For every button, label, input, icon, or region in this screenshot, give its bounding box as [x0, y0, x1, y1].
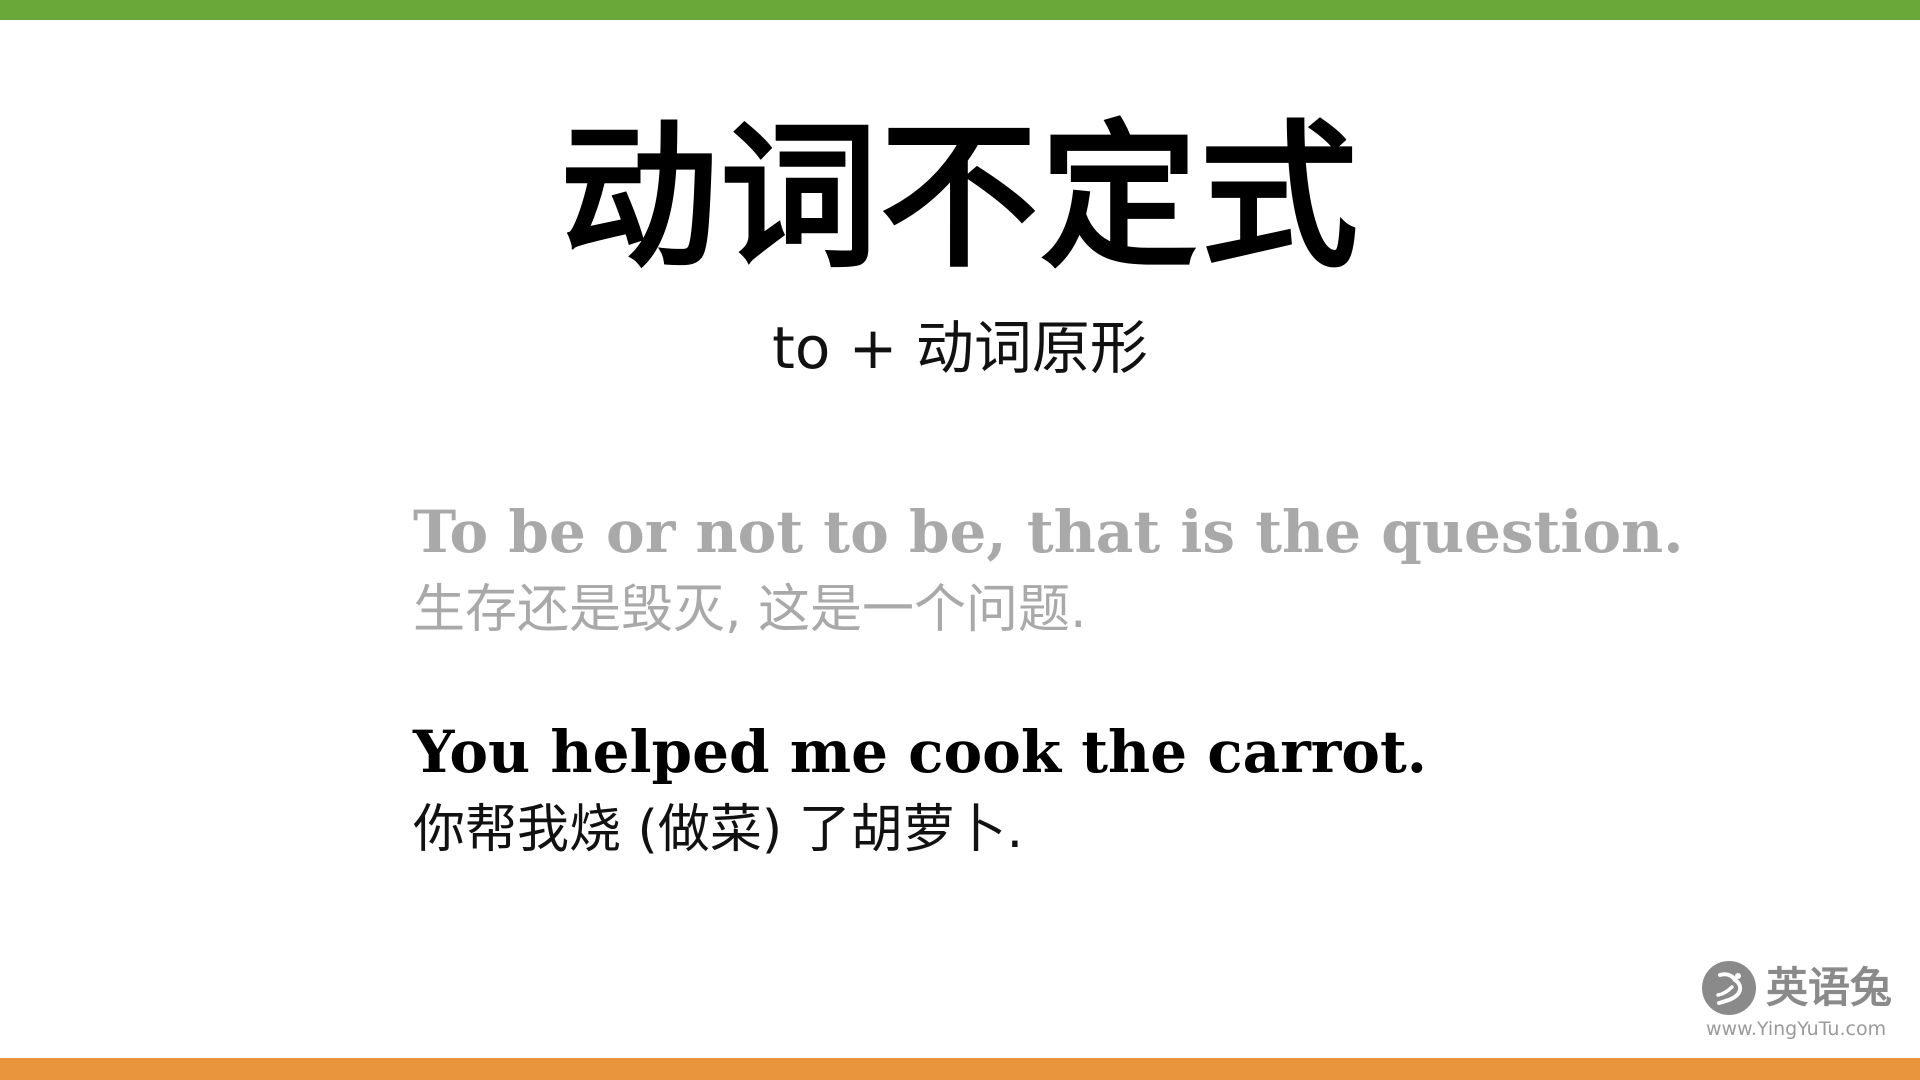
example-chinese: 生存还是毁灭, 这是一个问题.	[413, 580, 1087, 640]
brand-logo: 英语兔 www.YingYuTu.com	[1700, 958, 1900, 1048]
example-sentence-2: You helped me cook the carrot. 你帮我烧 (做菜)…	[413, 712, 1813, 866]
example-sentence-1: To be or not to be, that is the question…	[413, 492, 1813, 646]
bottom-accent-bar	[0, 1058, 1920, 1080]
slide-subtitle: to + 动词原形	[772, 314, 1148, 382]
logo-name: 英语兔	[1766, 963, 1893, 1012]
slide-title: 动词不定式	[560, 105, 1360, 290]
rabbit-icon	[1702, 961, 1756, 1015]
top-accent-bar	[0, 0, 1920, 20]
example-chinese: 你帮我烧 (做菜) 了胡萝卜.	[413, 800, 1024, 860]
example-english: To be or not to be, that is the question…	[413, 498, 1684, 566]
logo-url: www.YingYuTu.com	[1706, 1018, 1887, 1040]
example-english: You helped me cook the carrot.	[413, 718, 1427, 786]
